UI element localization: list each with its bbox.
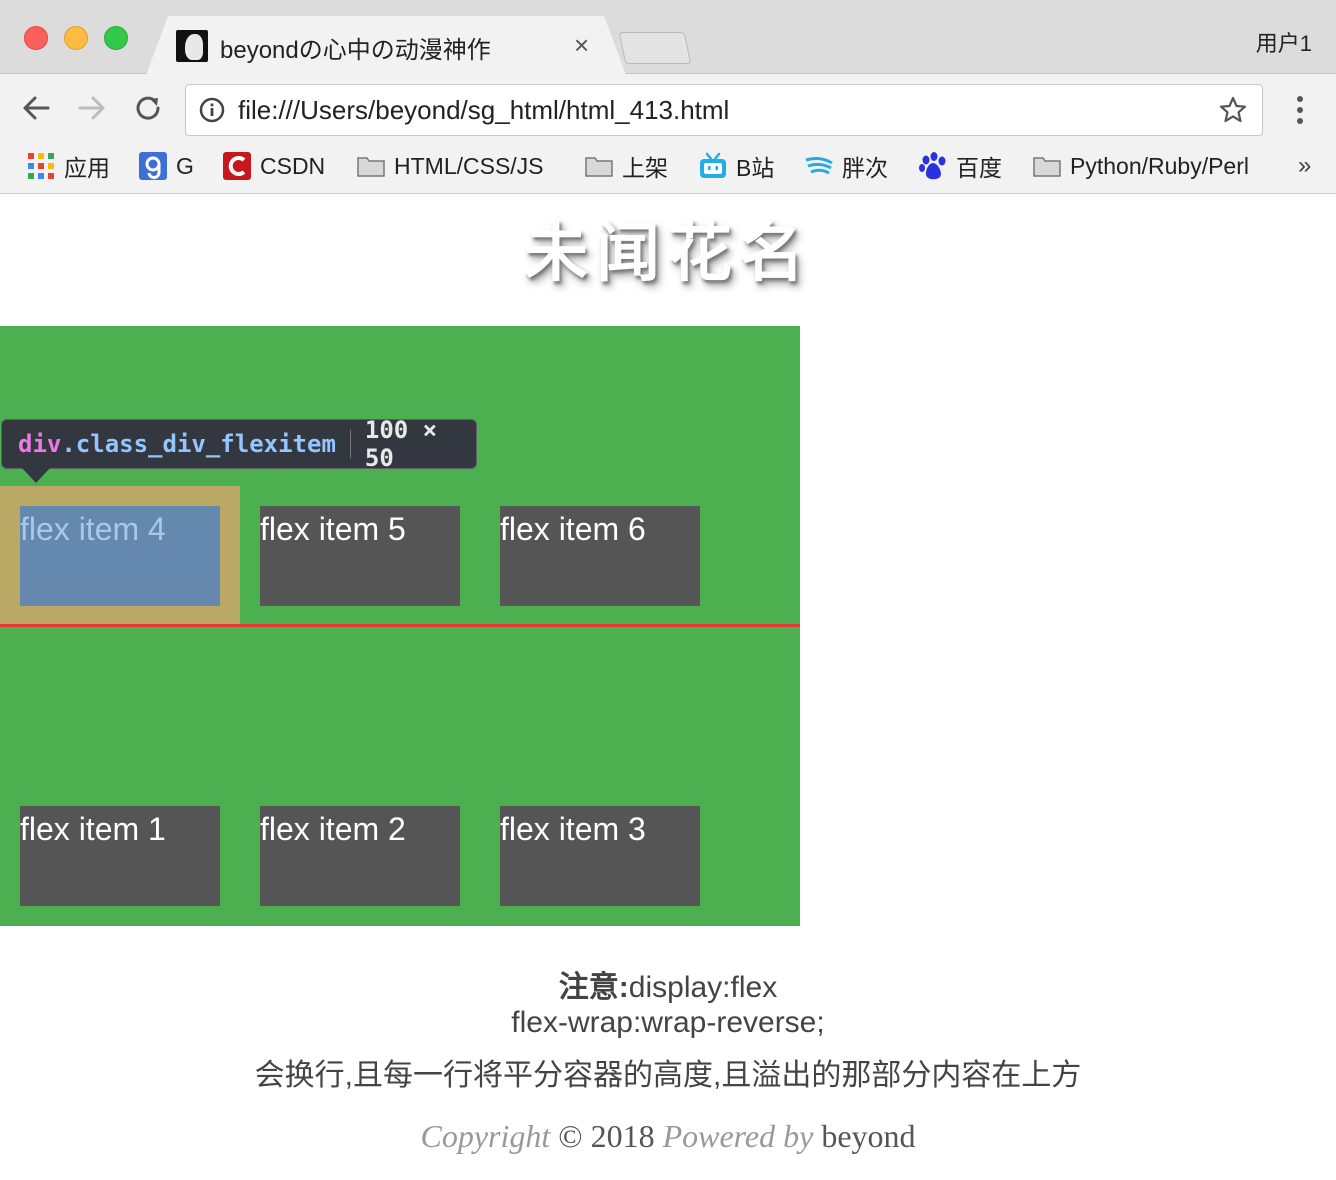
tab-close-icon[interactable]: × [574,30,589,60]
profile-label[interactable]: 用户1 [1256,26,1312,58]
arrow-left-icon [23,96,50,120]
maximize-window-button[interactable] [104,26,128,50]
bookmark-label: 应用 [64,155,110,181]
tooltip-separator [349,430,351,458]
close-window-button[interactable] [24,26,48,50]
url-text[interactable]: file:///Users/beyond/sg_html/html_413.ht… [238,95,729,126]
bookmark-baidu[interactable]: 百度 [918,150,1002,182]
wing-icon [805,157,833,175]
minimize-window-button[interactable] [64,26,88,50]
g-site-icon [139,152,167,180]
bookmark-folder-python[interactable]: Python/Ruby/Perl [1032,150,1249,182]
note-line-1: 注意:display:flex [0,962,1336,1006]
forward-button[interactable] [74,90,110,126]
bookmark-label: G [176,152,194,179]
bookmark-star-icon[interactable] [1218,95,1248,125]
bookmark-label: B站 [736,155,775,181]
copyright-year: © 2018 [558,1118,655,1154]
browser-toolbar: file:///Users/beyond/sg_html/html_413.ht… [0,74,1336,142]
apps-grid-icon [28,153,54,179]
note-line-2: flex-wrap:wrap-reverse; [511,1006,825,1039]
page-title: 未闻花名 [524,217,812,291]
bookmark-bilibili[interactable]: B站 [698,150,774,182]
browser-tab-active[interactable]: beyondの心中の动漫神作 × [146,16,626,75]
bookmark-csdn[interactable]: CSDN [222,150,325,182]
back-button[interactable] [18,90,54,126]
csdn-icon [223,152,251,180]
bookmark-pangci[interactable]: 胖次 [804,150,888,182]
browser-titlebar: beyondの心中の动漫神作 × 用户1 [0,0,1336,75]
tooltip-arrow-icon [22,468,50,483]
tooltip-tag: div [18,430,62,458]
flex-item-2[interactable]: flex item 2 [260,806,460,906]
bookmark-g[interactable]: G [138,150,194,182]
powered-by: Powered by [662,1118,814,1154]
note-label: 注意: [558,971,629,1004]
bookmark-label: 胖次 [842,155,888,181]
folder-icon [1033,157,1061,177]
flex-item-5[interactable]: flex item 5 [260,506,460,606]
tooltip-class: .class_div_flexitem [61,430,336,458]
arrow-right-icon [78,96,105,120]
bookmark-apps[interactable]: 应用 [26,150,110,182]
baidu-paw-icon [919,152,946,180]
reload-button[interactable] [130,90,166,126]
flex-item-4[interactable]: flex item 4 [20,506,220,606]
flex-item-6[interactable]: flex item 6 [500,506,700,606]
bookmark-label: 上架 [622,155,668,181]
bilibili-icon [700,152,726,178]
more-bookmarks-chevron-icon[interactable]: » [1298,152,1311,180]
flex-item-1[interactable]: flex item 1 [20,806,220,906]
bookmark-label: HTML/CSS/JS [394,152,544,179]
footer-copyright: Copyright © 2018 Powered by beyond [0,1118,1336,1155]
bookmark-label: Python/Ruby/Perl [1070,152,1249,179]
more-menu-icon[interactable] [1288,94,1312,126]
reload-icon [136,96,160,120]
info-icon[interactable] [198,96,226,124]
bookmark-folder-shangjia[interactable]: 上架 [584,150,668,182]
tooltip-dimensions: 100 × 50 [364,416,438,472]
tab-favicon-icon [176,30,208,62]
author-name[interactable]: beyond [821,1118,915,1154]
folder-icon [585,157,613,177]
folder-icon [357,157,385,177]
bookmark-folder-html[interactable]: HTML/CSS/JS [356,150,544,182]
new-tab-button[interactable] [618,32,692,64]
row-divider-line [0,624,800,627]
bookmark-label: CSDN [260,152,326,179]
copyright-word: Copyright [420,1118,551,1154]
bookmarks-bar: 应用 G CSDN HTML/CSS/JS 上架 B站 胖次 百度 Python… [0,142,1336,194]
address-bar[interactable]: file:///Users/beyond/sg_html/html_413.ht… [185,84,1263,136]
note-line-3: 会换行,且每一行将平分容器的高度,且溢出的那部分内容在上方 [254,1059,1082,1092]
flex-item-3[interactable]: flex item 3 [500,806,700,906]
note-display: display:flex [628,971,778,1004]
devtools-inspect-tooltip: div .class_div_flexitem 100 × 50 [1,416,477,472]
tab-title: beyondの心中の动漫神作 [220,37,491,64]
bookmark-label: 百度 [956,155,1002,181]
